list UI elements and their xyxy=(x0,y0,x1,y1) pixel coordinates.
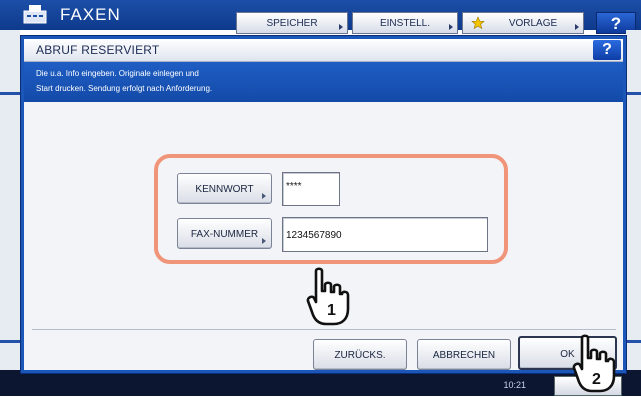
background-app-title: FAXEN xyxy=(60,5,121,24)
info-message: Die u.a. Info eingeben. Originale einleg… xyxy=(24,62,623,102)
hand-pointer-icon: 1 xyxy=(306,267,350,326)
fax-icon xyxy=(23,5,47,24)
tab-arrow-icon xyxy=(449,24,453,30)
abbrechen-button[interactable]: ABBRECHEN xyxy=(417,339,511,370)
footer-divider xyxy=(32,329,616,330)
fax-nummer-label: FAX-NUMMER xyxy=(190,229,259,240)
clock: 10:21 xyxy=(486,370,526,390)
arrow-icon xyxy=(262,193,266,199)
tab-label: EINSTELL. xyxy=(379,18,431,29)
fax-nummer-field[interactable]: 1234567890 xyxy=(282,217,488,252)
tab-vorlage[interactable]: VORLAGE xyxy=(462,12,584,34)
step-number: 2 xyxy=(592,371,601,388)
background-left-panel xyxy=(0,30,20,370)
info-line: Die u.a. Info eingeben. Originale einleg… xyxy=(36,69,199,78)
fax-nummer-button[interactable]: FAX-NUMMER xyxy=(177,218,272,249)
status-bar xyxy=(0,370,641,396)
kennwort-button[interactable]: KENNWORT xyxy=(177,173,272,204)
arrow-icon xyxy=(262,238,266,244)
info-line: Start drucken. Sendung erfolgt nach Anfo… xyxy=(36,84,213,93)
abruf-dialog: ABRUF RESERVIERT ? Die u.a. Info eingebe… xyxy=(21,36,626,373)
kennwort-field[interactable]: **** xyxy=(282,172,340,206)
tab-label: SPEICHER xyxy=(266,18,318,29)
dialog-title-bar: ABRUF RESERVIERT ? xyxy=(24,39,623,62)
tab-label: VORLAGE xyxy=(508,18,558,29)
hand-pointer-icon: 2 xyxy=(572,334,616,393)
help-button[interactable]: ? xyxy=(593,40,621,60)
tab-speicher[interactable]: SPEICHER xyxy=(236,12,348,34)
kennwort-label: KENNWORT xyxy=(195,184,254,195)
star-icon xyxy=(471,16,485,30)
tab-arrow-icon xyxy=(575,24,579,30)
zurueck-button[interactable]: ZURÜCKS. xyxy=(313,339,407,370)
tab-arrow-icon xyxy=(339,24,343,30)
step-number: 1 xyxy=(327,302,336,319)
background-right-panel xyxy=(626,30,641,370)
tab-einstell[interactable]: EINSTELL. xyxy=(352,12,458,34)
dialog-title: ABRUF RESERVIERT xyxy=(36,43,160,57)
clock-text: 10:21 xyxy=(503,380,526,390)
